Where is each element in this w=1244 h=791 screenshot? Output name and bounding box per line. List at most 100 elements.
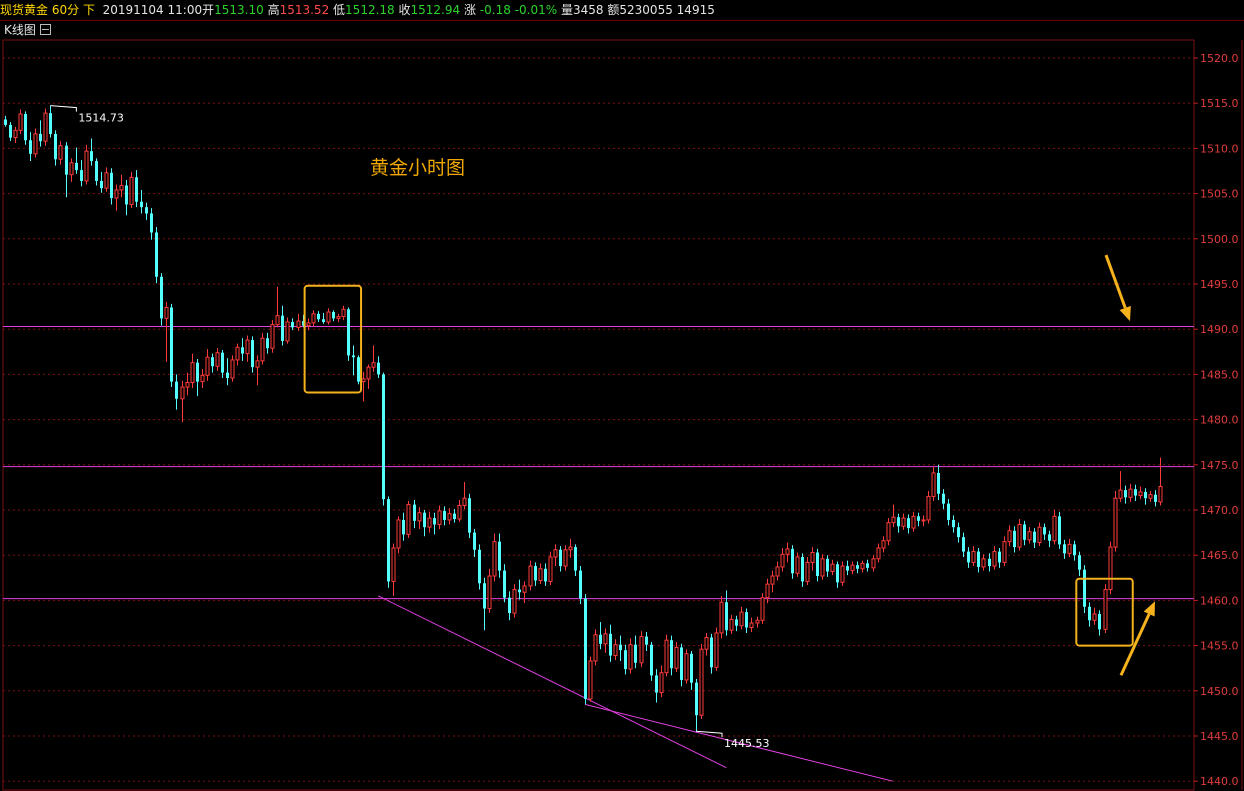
candle-body <box>1007 530 1012 543</box>
candle-body <box>1088 606 1091 621</box>
y-tick-label: 1440.0 <box>1200 775 1239 788</box>
candle-body <box>1124 490 1127 498</box>
candle-body <box>850 564 855 572</box>
candle-body <box>508 597 511 614</box>
candle-body <box>891 516 896 524</box>
candle-body <box>860 562 865 570</box>
candle-body <box>1108 546 1113 591</box>
candle-body <box>90 151 93 162</box>
y-tick-label: 1465.0 <box>1200 549 1239 562</box>
candle-body <box>840 565 845 583</box>
candle-body <box>770 575 775 585</box>
plot-frame <box>2 39 1195 791</box>
candlestick-chart[interactable]: 1520.0 1515.0 1510.0 1505.0 1500.0 1495.0 1490… <box>0 0 1244 791</box>
candle-body <box>75 162 78 171</box>
candle-body <box>377 362 380 375</box>
candle-body <box>528 565 533 587</box>
candle-body <box>205 356 210 376</box>
candle-body <box>1073 544 1076 556</box>
y-tick-label: 1455.0 <box>1200 640 1239 653</box>
candle-body <box>437 510 442 525</box>
candle-body <box>568 546 573 551</box>
candle-body <box>947 503 950 520</box>
candle-body <box>816 552 819 576</box>
candle-body <box>725 602 728 631</box>
candle-body <box>695 682 698 716</box>
candle-body <box>65 145 68 175</box>
candle-body <box>820 558 825 577</box>
candle-body <box>1092 613 1097 621</box>
candle-body <box>745 612 748 628</box>
candle-body <box>291 321 294 328</box>
candle-body <box>628 644 633 670</box>
candle-body <box>1134 489 1137 496</box>
candle-body <box>639 636 644 664</box>
candle-body <box>1118 489 1123 499</box>
y-tick-label: 1500.0 <box>1200 233 1239 246</box>
candle-body <box>710 637 713 668</box>
candle-body <box>241 347 244 354</box>
candle-body <box>251 340 254 368</box>
y-tick-label: 1470.0 <box>1200 504 1239 517</box>
candle-body <box>129 176 134 205</box>
candle-body <box>775 566 780 577</box>
candle-body <box>735 619 738 626</box>
candle-body <box>473 532 476 550</box>
candle-body <box>95 161 98 181</box>
candle-body <box>427 517 432 528</box>
y-tick-label: 1450.0 <box>1200 685 1239 698</box>
candle-body <box>512 589 517 614</box>
candle-body <box>765 583 770 599</box>
candle-body <box>417 512 422 522</box>
candle-body <box>326 311 331 323</box>
candle-body <box>235 346 240 361</box>
candle-body <box>221 352 224 373</box>
price-annotation: 1514.73 <box>78 112 124 125</box>
candle-body <box>396 519 401 549</box>
candle-body <box>942 493 945 504</box>
candle-body <box>998 551 1001 563</box>
candle-body <box>624 650 627 670</box>
candle-body <box>680 647 683 680</box>
arrow-head <box>1119 305 1131 322</box>
candle-body <box>200 374 205 383</box>
price-annotation: 1445.53 <box>724 737 770 750</box>
candle-body <box>423 512 426 528</box>
candle-body <box>125 185 128 205</box>
candle-body <box>603 633 608 645</box>
candle-body <box>534 566 537 581</box>
candle-body <box>664 639 669 674</box>
candle-body <box>119 184 124 191</box>
chart-title: 黄金小时图 <box>370 157 465 179</box>
candle-body <box>645 636 648 645</box>
candle-body <box>830 563 835 572</box>
candle-body <box>931 472 936 497</box>
candle-body <box>336 316 341 319</box>
candle-body <box>1098 613 1101 630</box>
candle-body <box>826 558 829 572</box>
candle-body <box>196 362 199 382</box>
y-tick-label: 1475.0 <box>1200 459 1239 472</box>
candle-body <box>881 540 886 549</box>
candle-body <box>270 324 275 349</box>
candle-body <box>609 633 612 656</box>
candle-body <box>1138 491 1143 497</box>
candle-body <box>801 557 804 582</box>
candle-body <box>4 119 7 125</box>
candle-body <box>749 622 754 629</box>
candle-body <box>650 644 653 676</box>
trend-line <box>378 595 727 769</box>
candle-body <box>674 646 679 669</box>
candle-body <box>659 672 664 694</box>
arrow-shaft <box>1104 254 1127 309</box>
candle-body <box>1144 491 1147 499</box>
candle-body <box>503 570 506 598</box>
candle-body <box>760 597 765 621</box>
candle-body <box>306 322 311 327</box>
candle-body <box>104 172 109 189</box>
candle-body <box>690 653 693 683</box>
candle-body <box>155 232 158 277</box>
candle-body <box>1052 515 1057 542</box>
candle-body <box>1017 523 1022 548</box>
y-tick-label: 1515.0 <box>1200 97 1239 110</box>
